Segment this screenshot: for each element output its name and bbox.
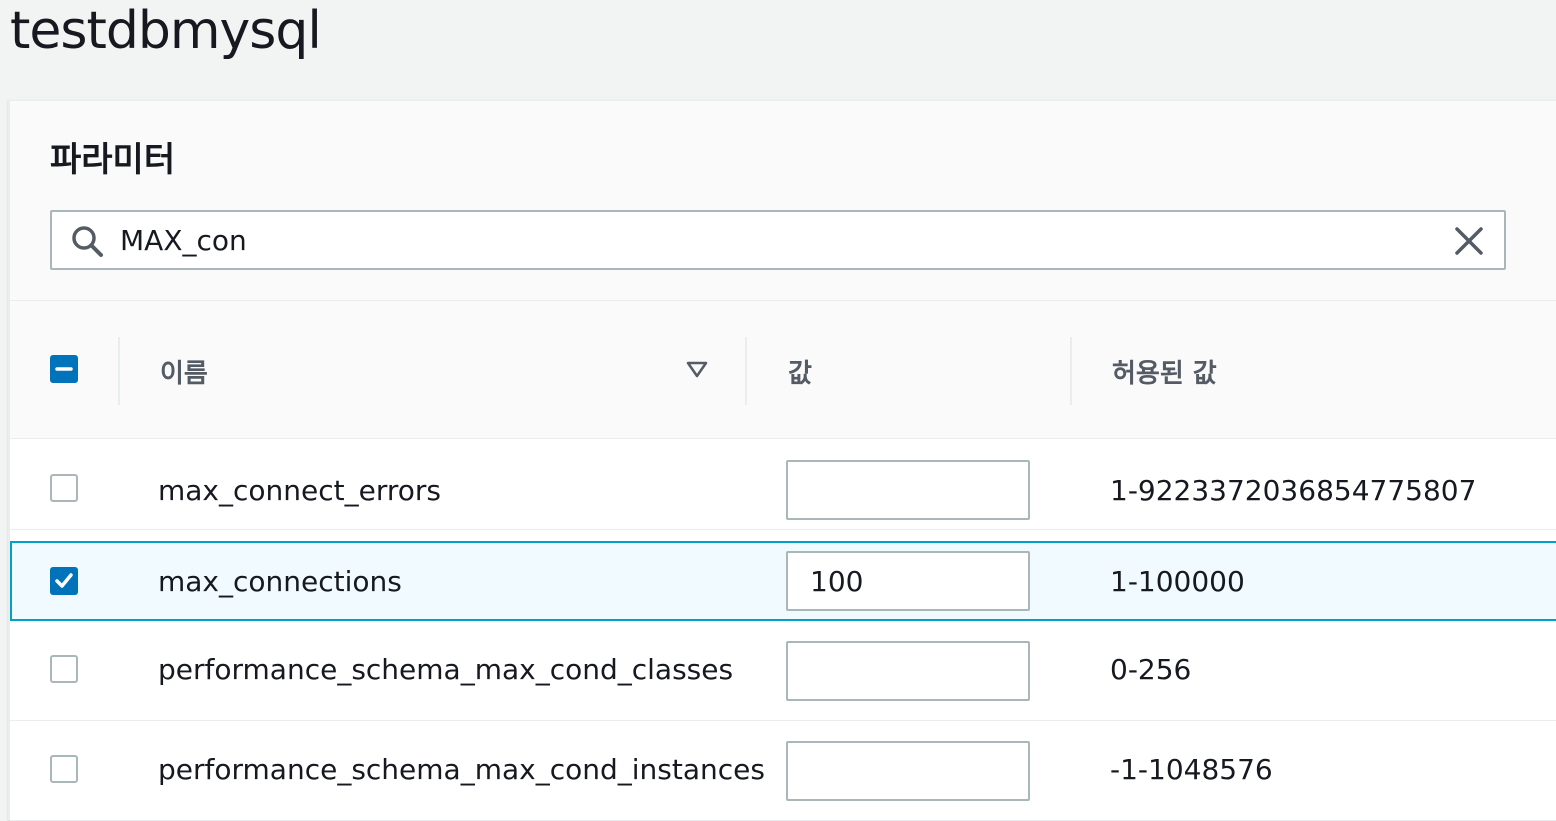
row-checkbox[interactable] [50,567,78,595]
parameter-name: performance_schema_max_cond_instances [158,753,765,786]
minus-icon [55,367,73,371]
column-header-allowed: 허용된 값 [1112,359,1217,389]
column-header-value: 값 [788,359,812,389]
table-row[interactable]: max_connect_errors 1-9223372036854775807 [10,440,1556,530]
triangle-down-icon[interactable] [686,361,708,379]
parameter-value-input[interactable] [786,551,1030,611]
parameter-name: max_connections [158,565,402,598]
allowed-values: -1-1048576 [1110,753,1273,786]
select-all-checkbox[interactable] [50,355,78,383]
column-header-name[interactable]: 이름 [160,353,208,390]
parameter-value-input[interactable] [786,641,1030,701]
column-divider [1070,337,1072,405]
row-checkbox[interactable] [50,755,78,783]
check-icon [55,573,73,588]
row-checkbox[interactable] [50,474,78,502]
section-title: 파라미터 [50,140,176,180]
parameter-value-input[interactable] [786,460,1030,520]
row-checkbox[interactable] [50,655,78,683]
allowed-values: 1-9223372036854775807 [1110,474,1477,507]
column-divider [745,337,747,405]
page-title: testdbmysql [10,1,322,61]
parameter-name: max_connect_errors [158,474,441,507]
parameter-name: performance_schema_max_cond_classes [158,653,734,686]
parameter-value-input[interactable] [786,741,1030,801]
allowed-values: 0-256 [1110,653,1192,686]
table-row[interactable]: performance_schema_max_cond_classes 0-25… [10,621,1556,721]
search-input[interactable] [120,220,1420,260]
table-row[interactable]: performance_schema_max_cond_instances -1… [10,721,1556,821]
search-box[interactable] [50,210,1506,270]
panel-header: 파라미터 [10,101,1556,301]
allowed-values: 1-100000 [1110,565,1245,598]
search-icon [72,226,103,257]
column-divider [118,337,120,405]
table-header: 이름 값 허용된 값 [10,301,1556,439]
close-icon[interactable] [1452,224,1486,258]
table-row[interactable]: max_connections 1-100000 [10,541,1556,621]
parameters-panel: 파라미터 이름 값 허용된 값 [8,100,1556,821]
